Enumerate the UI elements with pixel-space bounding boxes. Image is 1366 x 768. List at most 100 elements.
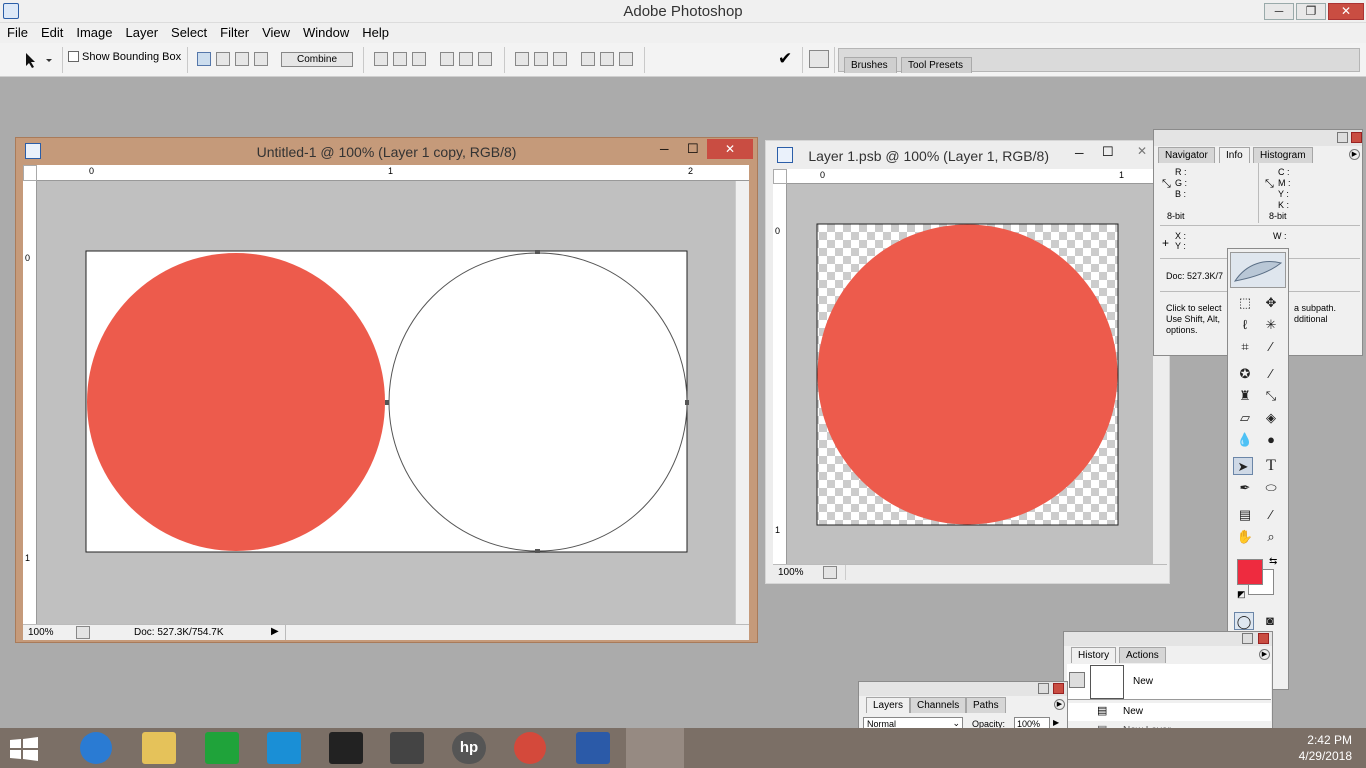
history-brush-tool-icon[interactable]: ⤡ <box>1261 387 1281 405</box>
default-colors-icon[interactable]: ◩ <box>1237 589 1246 600</box>
path-selection-tool-icon[interactable]: ➤ <box>1233 457 1253 475</box>
menu-image[interactable]: Image <box>69 23 118 40</box>
clone-stamp-tool-icon[interactable]: ♜ <box>1235 387 1255 405</box>
horizontal-ruler[interactable]: 0 1 <box>787 169 1167 184</box>
marquee-tool-icon[interactable]: ⬚ <box>1235 294 1255 312</box>
panel-menu-icon[interactable]: ▶ <box>1259 649 1270 660</box>
camera-app-icon[interactable] <box>329 732 363 764</box>
tab-actions[interactable]: Actions <box>1119 647 1166 663</box>
ie-icon[interactable] <box>80 732 112 764</box>
ellipse-tool-icon[interactable]: ⬭ <box>1261 479 1281 497</box>
menu-file[interactable]: File <box>0 23 34 40</box>
shape-area-intersect-icon[interactable] <box>235 52 249 66</box>
document-window-layer1-psb[interactable]: Layer 1.psb @ 100% (Layer 1, RGB/8) ─ ☐ … <box>765 140 1170 584</box>
document-title-bar[interactable]: Untitled-1 @ 100% (Layer 1 copy, RGB/8) … <box>16 138 757 164</box>
tab-navigator[interactable]: Navigator <box>1158 147 1215 163</box>
zoom-level[interactable]: 100% <box>778 567 804 578</box>
horizontal-scrollbar[interactable] <box>845 565 1150 580</box>
word-icon[interactable] <box>576 732 610 764</box>
eyedropper-tool-icon[interactable]: ⁄ <box>1261 506 1281 524</box>
commit-checkmark-icon[interactable]: ✔ <box>778 49 792 69</box>
horizontal-ruler[interactable]: 0 1 2 <box>37 165 749 181</box>
foreground-color-swatch[interactable] <box>1237 559 1263 585</box>
show-bounding-box-checkbox[interactable]: Show Bounding Box <box>68 51 181 63</box>
ruler-corner[interactable] <box>23 165 37 181</box>
healing-brush-tool-icon[interactable]: ✪ <box>1235 365 1255 383</box>
app-close-button[interactable]: ✕ <box>1328 3 1364 20</box>
dodge-tool-icon[interactable]: ● <box>1261 431 1281 449</box>
status-menu-icon[interactable] <box>823 566 837 579</box>
checkbox-icon[interactable] <box>68 51 79 62</box>
document-canvas[interactable] <box>787 184 1157 564</box>
align-vcenter-icon[interactable] <box>393 52 407 66</box>
menu-layer[interactable]: Layer <box>119 23 165 40</box>
status-menu-icon[interactable] <box>76 626 90 639</box>
menu-edit[interactable]: Edit <box>34 23 69 40</box>
tab-layers[interactable]: Layers <box>866 697 911 713</box>
blur-tool-icon[interactable]: 💧 <box>1235 431 1255 449</box>
panel-minimize-icon[interactable] <box>1038 683 1049 694</box>
photoshop-feather-icon[interactable] <box>626 728 684 768</box>
panel-header[interactable] <box>1064 632 1272 646</box>
tab-info[interactable]: Info <box>1219 147 1250 163</box>
menu-view[interactable]: View <box>255 23 296 40</box>
combine-button[interactable]: Combine <box>281 52 353 67</box>
explorer-icon[interactable] <box>142 732 176 764</box>
type-tool-icon[interactable]: T <box>1261 457 1281 475</box>
tab-paths[interactable]: Paths <box>966 697 1006 713</box>
distribute-bottom-icon[interactable] <box>553 52 567 66</box>
shape-area-subtract-icon[interactable] <box>216 52 230 66</box>
horizontal-scrollbar[interactable] <box>285 625 735 640</box>
hp-icon[interactable]: hp <box>452 732 486 764</box>
distribute-right-icon[interactable] <box>619 52 633 66</box>
vertical-scrollbar[interactable] <box>735 181 749 625</box>
align-hcenter-icon[interactable] <box>459 52 473 66</box>
panel-close-icon[interactable] <box>1053 683 1064 694</box>
tab-channels[interactable]: Channels <box>910 697 967 713</box>
shape-area-exclude-icon[interactable] <box>254 52 268 66</box>
menu-select[interactable]: Select <box>164 23 213 40</box>
start-icon[interactable] <box>10 737 38 761</box>
opacity-slider-arrow-icon[interactable]: ▶ <box>1053 718 1059 727</box>
brush-tool-icon[interactable]: ⁄ <box>1261 365 1281 383</box>
align-top-icon[interactable] <box>374 52 388 66</box>
history-snapshot-row[interactable]: New <box>1067 664 1271 700</box>
document-title-bar[interactable]: Layer 1.psb @ 100% (Layer 1, RGB/8) ─ ☐ … <box>766 141 1169 167</box>
vertical-ruler[interactable]: 0 1 <box>23 181 37 625</box>
align-right-icon[interactable] <box>478 52 492 66</box>
pen-tool-icon[interactable]: ✒ <box>1235 479 1255 497</box>
panel-close-icon[interactable] <box>1258 633 1269 644</box>
snapshot-brush-icon[interactable] <box>1069 672 1085 688</box>
panel-minimize-icon[interactable] <box>1242 633 1253 644</box>
swap-colors-icon[interactable]: ⇆ <box>1269 556 1277 567</box>
notes-tool-icon[interactable]: ▤ <box>1235 506 1255 524</box>
status-arrow-icon[interactable]: ▶ <box>271 626 279 637</box>
feather-logo-icon[interactable] <box>1230 252 1286 288</box>
doc-maximize-button[interactable]: ☐ <box>1102 144 1114 160</box>
doc-minimize-button[interactable]: ─ <box>1075 146 1084 160</box>
document-window-untitled[interactable]: Untitled-1 @ 100% (Layer 1 copy, RGB/8) … <box>15 137 758 643</box>
slice-tool-icon[interactable]: ⁄ <box>1261 338 1281 356</box>
ruler-corner[interactable] <box>773 169 787 184</box>
align-bottom-icon[interactable] <box>412 52 426 66</box>
path-selection-tool-preset-icon[interactable] <box>20 51 56 69</box>
menu-filter[interactable]: Filter <box>213 23 255 40</box>
paint-bucket-tool-icon[interactable]: ◈ <box>1261 409 1281 427</box>
panel-minimize-icon[interactable] <box>1337 132 1348 143</box>
zoom-level[interactable]: 100% <box>28 627 54 638</box>
vertical-ruler[interactable]: 0 1 <box>773 184 787 564</box>
menu-window[interactable]: Window <box>296 23 355 40</box>
app-minimize-button[interactable]: ─ <box>1264 3 1294 20</box>
magic-wand-tool-icon[interactable]: ✳ <box>1261 316 1281 334</box>
store-icon[interactable] <box>205 732 239 764</box>
canvas-area[interactable] <box>787 184 1157 564</box>
zoom-tool-icon[interactable]: ⌕ <box>1261 528 1281 546</box>
doc-maximize-button[interactable]: ☐ <box>687 141 699 157</box>
history-item[interactable]: ▤ New <box>1067 703 1271 721</box>
panel-header[interactable] <box>859 682 1067 696</box>
tab-histogram[interactable]: Histogram <box>1253 147 1313 163</box>
eraser-tool-icon[interactable]: ▱ <box>1235 409 1255 427</box>
system-clock[interactable]: 2:42 PM 4/29/2018 <box>1299 732 1352 764</box>
tab-tool-presets[interactable]: Tool Presets <box>901 57 973 73</box>
palette-toggle-icon[interactable] <box>809 50 829 68</box>
